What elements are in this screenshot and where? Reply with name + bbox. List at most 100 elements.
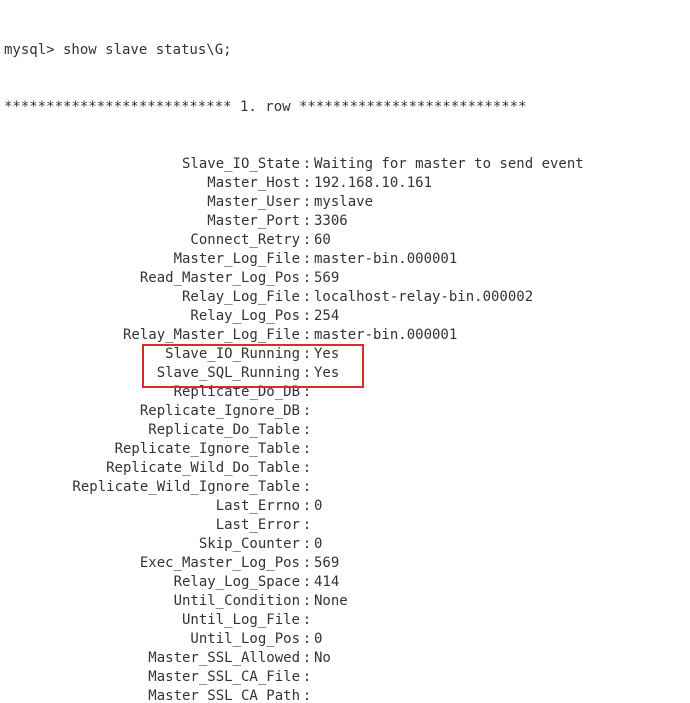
status-value: master-bin.000001 — [314, 326, 690, 345]
status-key: Master_Port — [0, 212, 300, 231]
status-sep: : — [300, 611, 314, 630]
status-key: Until_Condition — [0, 592, 300, 611]
status-key: Slave_IO_Running — [0, 345, 300, 364]
status-value: 569 — [314, 554, 690, 573]
status-row: Relay_Log_Pos:254 — [0, 307, 690, 326]
status-row: Master_SSL_CA_File: — [0, 668, 690, 687]
status-key: Exec_Master_Log_Pos — [0, 554, 300, 573]
status-sep: : — [300, 440, 314, 459]
status-key: Replicate_Ignore_Table — [0, 440, 300, 459]
status-row: Until_Condition:None — [0, 592, 690, 611]
status-row: Replicate_Do_DB: — [0, 383, 690, 402]
status-row: Master_SSL_CA_Path: — [0, 687, 690, 703]
status-row: Replicate_Ignore_DB: — [0, 402, 690, 421]
status-value — [314, 421, 690, 440]
status-key: Master_SSL_CA_Path — [0, 687, 300, 703]
status-sep: : — [300, 649, 314, 668]
status-value — [314, 668, 690, 687]
status-key: Connect_Retry — [0, 231, 300, 250]
status-key: Relay_Log_Space — [0, 573, 300, 592]
status-sep: : — [300, 516, 314, 535]
status-key: Last_Errno — [0, 497, 300, 516]
status-value — [314, 611, 690, 630]
status-value: 569 — [314, 269, 690, 288]
status-sep: : — [300, 345, 314, 364]
status-key: Slave_SQL_Running — [0, 364, 300, 383]
status-row: Replicate_Do_Table: — [0, 421, 690, 440]
status-sep: : — [300, 174, 314, 193]
status-value: 0 — [314, 497, 690, 516]
status-sep: : — [300, 554, 314, 573]
status-row: Slave_SQL_Running:Yes — [0, 364, 690, 383]
status-key: Relay_Master_Log_File — [0, 326, 300, 345]
status-row: Replicate_Wild_Ignore_Table: — [0, 478, 690, 497]
status-row: Replicate_Ignore_Table: — [0, 440, 690, 459]
status-sep: : — [300, 402, 314, 421]
status-sep: : — [300, 269, 314, 288]
status-sep: : — [300, 383, 314, 402]
status-value: 192.168.10.161 — [314, 174, 690, 193]
status-value: 3306 — [314, 212, 690, 231]
status-value: localhost-relay-bin.000002 — [314, 288, 690, 307]
status-key: Master_SSL_Allowed — [0, 649, 300, 668]
status-value: master-bin.000001 — [314, 250, 690, 269]
status-value: Waiting for master to send event — [314, 155, 690, 174]
status-sep: : — [300, 231, 314, 250]
row-header: *************************** 1. row *****… — [0, 98, 690, 117]
status-sep: : — [300, 155, 314, 174]
status-key: Master_SSL_CA_File — [0, 668, 300, 687]
status-row: Connect_Retry:60 — [0, 231, 690, 250]
status-key: Replicate_Do_DB — [0, 383, 300, 402]
status-sep: : — [300, 478, 314, 497]
status-key: Master_Host — [0, 174, 300, 193]
status-value: 0 — [314, 630, 690, 649]
status-sep: : — [300, 307, 314, 326]
status-value — [314, 402, 690, 421]
status-row: Relay_Master_Log_File:master-bin.000001 — [0, 326, 690, 345]
status-row: Relay_Log_File:localhost-relay-bin.00000… — [0, 288, 690, 307]
status-value: 414 — [314, 573, 690, 592]
status-sep: : — [300, 364, 314, 383]
status-key: Read_Master_Log_Pos — [0, 269, 300, 288]
mysql-terminal-output: mysql> show slave status\G; ************… — [0, 0, 690, 703]
status-key: Relay_Log_Pos — [0, 307, 300, 326]
status-key: Replicate_Wild_Ignore_Table — [0, 478, 300, 497]
status-sep: : — [300, 497, 314, 516]
status-value: Yes — [314, 345, 690, 364]
status-key: Relay_Log_File — [0, 288, 300, 307]
status-row: Until_Log_File: — [0, 611, 690, 630]
status-key: Until_Log_Pos — [0, 630, 300, 649]
status-row: Read_Master_Log_Pos:569 — [0, 269, 690, 288]
status-value: None — [314, 592, 690, 611]
status-sep: : — [300, 212, 314, 231]
status-value — [314, 687, 690, 703]
status-key: Skip_Counter — [0, 535, 300, 554]
status-key: Master_User — [0, 193, 300, 212]
status-row: Master_SSL_Allowed:No — [0, 649, 690, 668]
status-sep: : — [300, 326, 314, 345]
status-row: Relay_Log_Space:414 — [0, 573, 690, 592]
status-row: Skip_Counter:0 — [0, 535, 690, 554]
status-row: Last_Error: — [0, 516, 690, 535]
status-value: Yes — [314, 364, 690, 383]
status-key: Until_Log_File — [0, 611, 300, 630]
status-value: No — [314, 649, 690, 668]
status-value: myslave — [314, 193, 690, 212]
mysql-prompt: mysql> show slave status\G; — [0, 41, 690, 60]
status-key: Slave_IO_State — [0, 155, 300, 174]
status-value: 0 — [314, 535, 690, 554]
status-sep: : — [300, 421, 314, 440]
status-row: Slave_IO_Running:Yes — [0, 345, 690, 364]
status-sep: : — [300, 630, 314, 649]
status-row: Last_Errno:0 — [0, 497, 690, 516]
status-value — [314, 440, 690, 459]
status-value — [314, 383, 690, 402]
status-row: Master_User:myslave — [0, 193, 690, 212]
status-value — [314, 478, 690, 497]
status-value — [314, 459, 690, 478]
status-value — [314, 516, 690, 535]
status-row: Until_Log_Pos:0 — [0, 630, 690, 649]
status-value: 60 — [314, 231, 690, 250]
status-sep: : — [300, 687, 314, 703]
status-rows: Slave_IO_State:Waiting for master to sen… — [0, 155, 690, 703]
